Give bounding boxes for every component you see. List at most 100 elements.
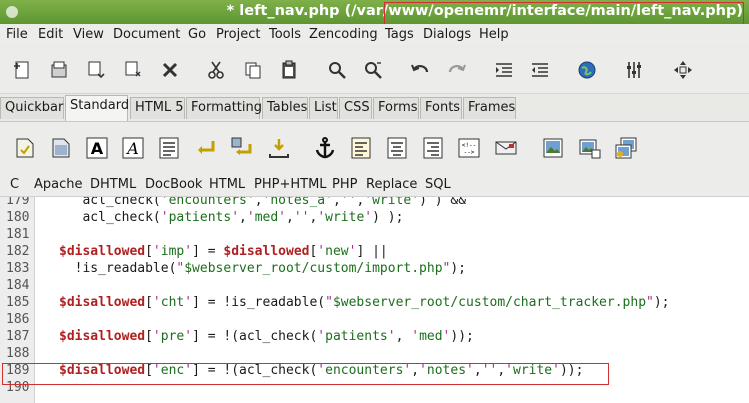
tab-forms[interactable]: Forms [373,97,419,119]
lang-c[interactable]: C [10,177,19,192]
tab-quickbar[interactable]: Quickbar [0,97,64,119]
code-line[interactable]: 188 [0,346,749,363]
line-number: 183 [6,261,30,276]
multi-image-icon[interactable] [613,135,639,161]
menu-project[interactable]: Project [216,27,260,42]
lang-dhtml[interactable]: DHTML [90,177,136,192]
indent-icon[interactable] [493,59,515,81]
image-icon[interactable] [540,135,566,161]
outdent-icon[interactable] [529,59,551,81]
redo-icon[interactable] [446,59,468,81]
code-line[interactable]: 180 acl_check('patients','med','','write… [0,210,749,227]
code-text: $disallowed['cht'] = !is_readable("$webs… [59,295,670,310]
menu-dialogs[interactable]: Dialogs [423,27,471,42]
line-number: 184 [6,278,30,293]
copy-icon[interactable] [242,59,264,81]
tab-tables[interactable]: Tables [262,97,308,119]
bold-icon[interactable]: A [84,135,110,161]
line-number: 182 [6,244,30,259]
lang-php-html[interactable]: PHP+HTML [254,177,327,192]
lang-html[interactable]: HTML [209,177,245,192]
preferences-icon[interactable] [623,59,645,81]
title-bar: * left_nav.php (/var/www/openemr/interfa… [0,0,749,26]
code-line[interactable]: 179 acl_check('encounters','notes_a','',… [0,196,749,210]
close-icon[interactable] [159,59,181,81]
browser-icon[interactable] [576,59,598,81]
window-menu-icon[interactable] [4,4,20,20]
code-line[interactable]: 183 !is_readable("$webserver_root/custom… [0,261,749,278]
code-text: $disallowed['imp'] = $disallowed['new'] … [59,244,388,259]
standard-toolbar: A A <!-- --> [0,121,749,177]
break-clear-icon[interactable] [229,135,255,161]
menu-zencoding[interactable]: Zencoding [309,27,378,42]
code-line[interactable]: 185 $disallowed['cht'] = !is_readable("$w… [0,295,749,312]
code-text: $disallowed['pre'] = !(acl_check('patien… [59,329,474,344]
tab-formatting[interactable]: Formatting [186,97,262,119]
align-left-icon[interactable] [348,135,374,161]
tab-standard[interactable]: Standard [65,95,129,121]
cut-icon[interactable] [205,59,227,81]
tab-fonts[interactable]: Fonts [420,97,462,119]
main-toolbar [0,47,749,94]
undo-icon[interactable] [409,59,431,81]
open-icon[interactable] [48,59,70,81]
tab-frames[interactable]: Frames [463,97,516,119]
anchor-icon[interactable] [312,135,338,161]
find-next-icon[interactable] [362,59,384,81]
code-line[interactable]: 182 $disallowed['imp'] = $disallowed['new… [0,244,749,261]
code-line[interactable]: 186 [0,312,749,329]
line-number: 185 [6,295,30,310]
svg-text:-->: --> [464,149,475,156]
menu-bar: File Edit View Document Go Project Tools… [0,24,749,46]
tab-list[interactable]: List [309,97,338,119]
thumbnail-icon[interactable] [577,135,603,161]
break-icon[interactable] [193,135,219,161]
new-file-icon[interactable] [11,59,33,81]
quickstart-icon[interactable] [12,135,38,161]
align-right-icon[interactable] [420,135,446,161]
align-center-icon[interactable] [384,135,410,161]
menu-edit[interactable]: Edit [38,27,63,42]
code-text: acl_check('patients','med','','write') )… [59,210,404,225]
nbsp-icon[interactable] [266,135,292,161]
tab-html5[interactable]: HTML 5 [130,97,185,119]
save-as-icon[interactable] [122,59,144,81]
menu-tools[interactable]: Tools [269,27,301,42]
body-icon[interactable] [48,135,74,161]
code-line[interactable]: 181 [0,227,749,244]
svg-text:A: A [91,139,104,158]
lang-replace[interactable]: Replace [366,177,417,192]
line-number: 180 [6,210,30,225]
code-text: acl_check('encounters','notes_a','','wri… [59,196,467,208]
code-line[interactable]: 184 [0,278,749,295]
line-number: 179 [6,196,30,208]
line-highlight-box [2,363,609,385]
line-number: 188 [6,346,30,361]
lang-sql[interactable]: SQL [425,177,451,192]
find-icon[interactable] [326,59,348,81]
paste-icon[interactable] [278,59,300,81]
paragraph-icon[interactable] [156,135,182,161]
line-number: 187 [6,329,30,344]
menu-document[interactable]: Document [113,27,180,42]
email-icon[interactable] [493,135,519,161]
svg-text:A: A [125,139,139,158]
code-line[interactable]: 187 $disallowed['pre'] = !(acl_check('pat… [0,329,749,346]
comment-icon[interactable]: <!-- --> [456,135,482,161]
menu-help[interactable]: Help [479,27,509,42]
path-highlight-box [384,2,744,26]
italic-icon[interactable]: A [120,135,146,161]
lang-docbook[interactable]: DocBook [145,177,202,192]
language-bar: C Apache DHTML DocBook HTML PHP+HTML PHP… [0,176,749,196]
menu-go[interactable]: Go [188,27,206,42]
menu-view[interactable]: View [73,27,104,42]
save-icon[interactable] [85,59,107,81]
menu-tags[interactable]: Tags [385,27,414,42]
tab-css[interactable]: CSS [339,97,372,119]
lang-apache[interactable]: Apache [34,177,83,192]
lang-php[interactable]: PHP [332,177,357,192]
code-editor[interactable]: 179 acl_check('encounters','notes_a','',… [0,196,749,403]
svg-text:<!--: <!-- [462,142,476,149]
menu-file[interactable]: File [6,27,28,42]
fullscreen-icon[interactable] [672,59,694,81]
